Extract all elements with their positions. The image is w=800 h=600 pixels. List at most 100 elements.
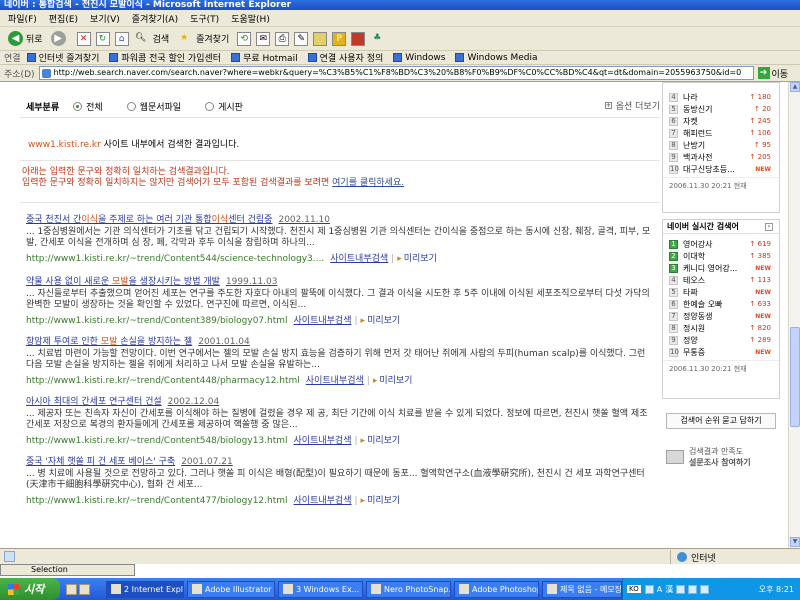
go-button[interactable]: ➔ 이동 xyxy=(757,67,788,80)
address-input[interactable]: http://web.search.naver.com/search.naver… xyxy=(38,66,754,80)
keyword-rank-item[interactable]: 8 정시원 ↑ 820 xyxy=(663,322,779,334)
preview-link[interactable]: 미리보기 xyxy=(361,436,401,446)
back-label: 뒤로 xyxy=(26,35,43,45)
keyword-rank-qa-button[interactable]: 검색어 순위 묻고 답하기 xyxy=(666,413,776,429)
history-icon[interactable]: ⟲ xyxy=(237,31,252,46)
start-button[interactable]: 시작 xyxy=(0,578,60,600)
preview-link[interactable]: 미리보기 xyxy=(361,316,401,326)
selection-panel[interactable]: Selection xyxy=(0,564,135,576)
scroll-up-icon[interactable]: ▲ xyxy=(790,82,800,92)
site-search-link[interactable]: 사이트내부검색 xyxy=(330,254,388,264)
rank-change: ↑ 820 xyxy=(749,324,771,332)
keyword-rank-item[interactable]: 9 백과사전 ↑ 205 xyxy=(663,151,779,163)
result-title-link[interactable]: 아시아 최대의 간세포 연구센터 건설 2002.12.04 xyxy=(26,394,656,407)
options-more-link[interactable]: + 옵션 더보기 xyxy=(604,99,660,112)
menu-view[interactable]: 보기(V) xyxy=(90,12,120,25)
result-title-link[interactable]: 항암제 투여로 인한 모발 손실을 방지하는 젤 2001.01.04 xyxy=(26,334,656,347)
menu-help[interactable]: 도움말(H) xyxy=(231,12,270,25)
task-photoshop[interactable]: Adobe Photoshop xyxy=(454,580,539,598)
preview-link[interactable]: 미리보기 xyxy=(373,376,413,386)
stop-icon[interactable]: ✕ xyxy=(76,31,91,46)
click-here-link[interactable]: 여기를 클릭하세요. xyxy=(332,178,404,188)
keyword-rank-item[interactable]: 2 이대학 ↑ 385 xyxy=(663,250,779,262)
task-illustrator[interactable]: Adobe Illustrator xyxy=(187,580,275,598)
book-icon[interactable] xyxy=(351,31,366,46)
result-title-link[interactable]: 중국 천진서 간이식을 주제로 하는 여러 기관 통합이식센터 건립중 2002.… xyxy=(26,212,656,225)
keyword-rank-item[interactable]: 4 나라 ↑ 180 xyxy=(663,91,779,103)
task-internet-explorer[interactable]: 2 Internet Expl... xyxy=(106,580,184,598)
preview-link[interactable]: 미리보기 xyxy=(397,254,437,264)
back-button[interactable]: ◀ 뒤로 xyxy=(8,31,43,46)
messenger-icon[interactable]: ♣ xyxy=(370,32,384,46)
radio-icon xyxy=(126,101,136,111)
link-powercom[interactable]: 파워콤 전국 할인 가입센터 xyxy=(109,51,221,64)
edit-icon[interactable]: ✎ xyxy=(294,31,309,46)
ime-mode-a[interactable]: A xyxy=(657,585,662,594)
result-title-link[interactable]: 약물 사용 없이 새로운 모발을 생장시키는 방법 개발 1999.11.03 xyxy=(26,274,656,287)
site-search-link[interactable]: 사이트내부검색 xyxy=(306,376,364,386)
p-icon[interactable]: P xyxy=(332,31,347,46)
scroll-thumb[interactable] xyxy=(790,327,800,427)
favorites-button[interactable]: ★ 즐겨찾기 xyxy=(177,32,229,46)
link-windows-media[interactable]: Windows Media xyxy=(455,53,538,63)
keyword-rank-item[interactable]: 9 정양 ↑ 289 xyxy=(663,334,779,346)
keyword-text: 이대학 xyxy=(683,251,706,261)
keyword-text: 한예슬 오빠 xyxy=(683,299,723,309)
tray-icon[interactable] xyxy=(676,584,686,594)
result-title-link[interactable]: 중국 '자체 햇쏠 피 건 세포 베이스' 구축 2001.07.21 xyxy=(26,454,656,467)
go-arrow-icon: ➔ xyxy=(757,67,770,79)
ime-icon[interactable] xyxy=(644,584,654,594)
search-button[interactable]: 🔍︎ 검색 xyxy=(134,32,169,46)
quicklaunch-icon[interactable] xyxy=(66,583,77,595)
home-icon[interactable]: ⌂ xyxy=(114,31,129,46)
ime-language[interactable]: KO xyxy=(627,585,641,593)
link-hotmail[interactable]: 무료 Hotmail xyxy=(231,51,298,64)
folder-icon[interactable] xyxy=(313,31,328,46)
keyword-rank-item[interactable]: 10 무통증 NEW xyxy=(663,346,779,358)
keyword-rank-item[interactable]: 4 테오스 ↑ 113 xyxy=(663,274,779,286)
survey-banner[interactable]: 검색결과 만족도 설문조사 참여하기 xyxy=(666,443,780,471)
task-notepad[interactable]: 제목 없음 - 메모장 xyxy=(542,580,622,598)
keyword-rank-item[interactable]: 10 대구신당초등... NEW xyxy=(663,163,779,175)
tray-icon[interactable] xyxy=(688,584,698,594)
keyword-rank-item[interactable]: 3 케니디 영어강... NEW xyxy=(663,262,779,274)
arrow-right-icon[interactable]: › xyxy=(765,223,773,231)
result-snippet: ... 자신들로부터 추출했으며 얻어진 세포는 연구를 주도한 자호다 아내의… xyxy=(26,289,650,310)
scroll-down-icon[interactable]: ▼ xyxy=(790,537,800,547)
filter-board[interactable]: 게시판 xyxy=(205,100,243,113)
keyword-text: 동방신기 xyxy=(683,104,713,114)
mail-icon[interactable]: ✉ xyxy=(256,31,271,46)
link-customize[interactable]: 연결 사용자 정의 xyxy=(307,51,383,64)
keyword-text: 해피런드 xyxy=(683,128,713,138)
menu-edit[interactable]: 편집(E) xyxy=(49,12,78,25)
task-nero-photosnap[interactable]: Nero PhotoSnap... xyxy=(366,580,451,598)
forward-button[interactable]: ▶ xyxy=(50,31,69,46)
ime-hanja[interactable]: 漢 xyxy=(665,584,673,595)
filter-all[interactable]: 전체 xyxy=(73,100,103,113)
task-windows-explorer[interactable]: 3 Windows Ex... xyxy=(278,580,363,598)
menu-tools[interactable]: 도구(T) xyxy=(190,12,219,25)
print-icon[interactable]: ⎙ xyxy=(275,31,290,46)
link-windows[interactable]: Windows xyxy=(393,53,445,63)
search-result: 중국 천진서 간이식을 주제로 하는 여러 기관 통합이식센터 건립중 2002.… xyxy=(26,212,656,264)
site-search-link[interactable]: 사이트내부검색 xyxy=(294,496,352,506)
keyword-rank-item[interactable]: 1 영어강사 ↑ 619 xyxy=(663,238,779,250)
keyword-rank-item[interactable]: 5 동방신기 ↑ 20 xyxy=(663,103,779,115)
keyword-rank-item[interactable]: 6 한예슬 오빠 ↑ 633 xyxy=(663,298,779,310)
link-internet-favorites[interactable]: 인터넷 즐겨찾기 xyxy=(26,51,99,64)
quicklaunch-icon[interactable] xyxy=(79,583,90,595)
keyword-rank-item[interactable]: 5 타짜 NEW xyxy=(663,286,779,298)
menu-favorites[interactable]: 즐겨찾기(A) xyxy=(132,12,178,25)
keyword-rank-item[interactable]: 8 난방기 ↑ 95 xyxy=(663,139,779,151)
volume-icon[interactable] xyxy=(700,584,710,594)
vertical-scrollbar[interactable]: ▲ ▼ xyxy=(788,82,800,548)
refresh-icon[interactable]: ↻ xyxy=(95,31,110,46)
keyword-rank-item[interactable]: 7 해피런드 ↑ 106 xyxy=(663,127,779,139)
keyword-rank-item[interactable]: 6 자켓 ↑ 245 xyxy=(663,115,779,127)
site-search-link[interactable]: 사이트내부검색 xyxy=(294,436,352,446)
menu-file[interactable]: 파일(F) xyxy=(8,12,37,25)
filter-webfile[interactable]: 웹문서파일 xyxy=(126,100,181,113)
keyword-rank-item[interactable]: 7 정양동생 NEW xyxy=(663,310,779,322)
site-search-link[interactable]: 사이트내부검색 xyxy=(294,316,352,326)
preview-link[interactable]: 미리보기 xyxy=(361,496,401,506)
